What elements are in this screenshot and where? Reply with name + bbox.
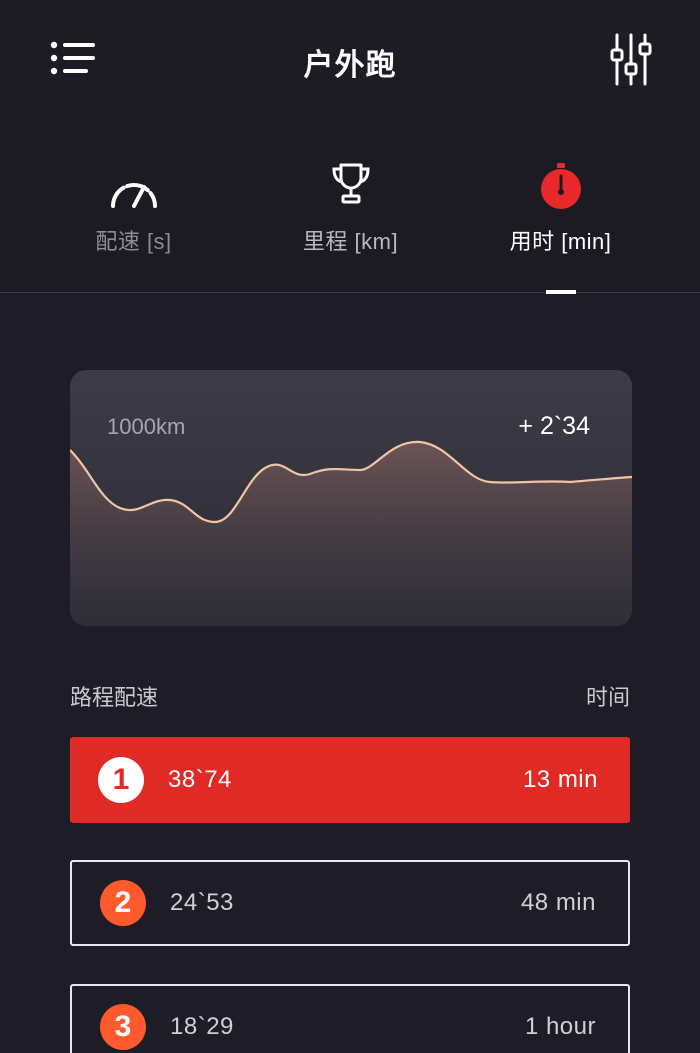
row-time: 1 hour bbox=[524, 1013, 596, 1040]
chart-card: 1000km + 2`34 bbox=[70, 370, 632, 626]
active-tab-indicator bbox=[546, 290, 576, 294]
rank-badge: 1 bbox=[98, 757, 144, 803]
list-header-pace: 路程配速 bbox=[70, 685, 159, 710]
top-bar: 户外跑 bbox=[0, 0, 700, 120]
row-time: 13 min bbox=[522, 766, 598, 793]
stopwatch-icon bbox=[444, 162, 677, 210]
tab-label-pace: 配速 [s] bbox=[95, 229, 172, 254]
sliders-icon[interactable] bbox=[606, 32, 656, 88]
row-pace: 24`53 bbox=[170, 889, 234, 916]
list-header-time: 时间 bbox=[585, 685, 630, 710]
tab-time[interactable]: 用时 [min] bbox=[444, 120, 677, 292]
tab-label-distance: 里程 [km] bbox=[302, 229, 399, 254]
row-pace: 38`74 bbox=[168, 766, 232, 793]
row-pace: 18`29 bbox=[170, 1013, 234, 1040]
list-item[interactable]: 3 18`29 1 hour bbox=[70, 984, 630, 1053]
area-chart bbox=[70, 440, 632, 626]
metric-tabs: 配速 [s] 里程 [km] 用时 [min] bbox=[0, 120, 700, 293]
rank-badge: 3 bbox=[100, 1004, 146, 1050]
app-screen: 户外跑 配速 [s] 里程 [km] 用时 [min] 1000km + 2`3… bbox=[0, 0, 700, 1053]
tab-distance[interactable]: 里程 [km] bbox=[234, 120, 467, 292]
chart-delta-label: + 2`34 bbox=[518, 412, 590, 440]
rank-badge: 2 bbox=[100, 880, 146, 926]
chart-distance-label: 1000km bbox=[107, 414, 186, 439]
list-item[interactable]: 1 38`74 13 min bbox=[70, 737, 630, 823]
list-header: 路程配速 时间 bbox=[70, 680, 630, 710]
page-title: 户外跑 bbox=[303, 49, 397, 82]
speedometer-icon bbox=[17, 174, 250, 210]
row-time: 48 min bbox=[520, 889, 596, 916]
tab-pace[interactable]: 配速 [s] bbox=[17, 120, 250, 292]
list-item[interactable]: 2 24`53 48 min bbox=[70, 860, 630, 946]
tab-label-time: 用时 [min] bbox=[509, 229, 612, 254]
trophy-icon bbox=[234, 162, 467, 206]
